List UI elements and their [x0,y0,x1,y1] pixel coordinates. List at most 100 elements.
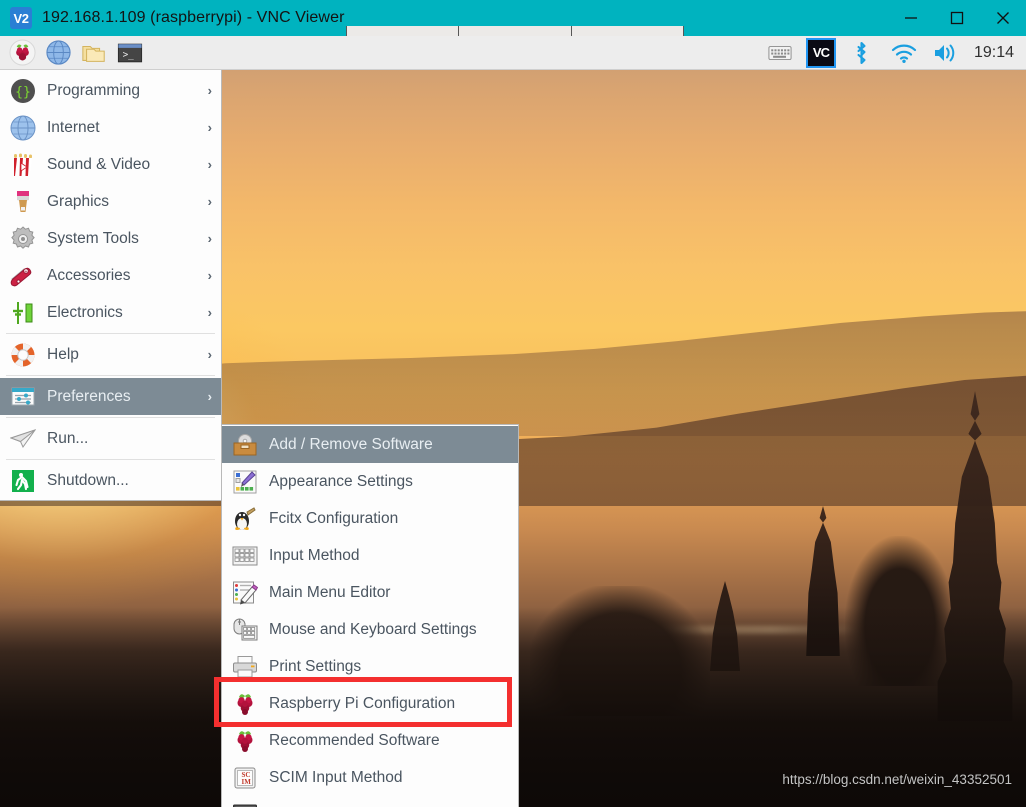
submenu-item-screen-configuration[interactable]: Screen Configuration [222,796,518,807]
shutdown-icon [9,467,37,495]
menu-separator [6,417,215,418]
menu-item-label: Sound & Video [47,155,151,173]
close-button[interactable] [980,0,1026,36]
submenu-item-label: Main Menu Editor [269,583,391,601]
printer-icon [231,653,259,681]
keyboard-icon[interactable] [764,38,796,68]
chevron-right-icon: › [207,231,212,246]
chevron-right-icon: › [207,194,212,209]
taskbar-clock[interactable]: 19:14 [974,44,1014,62]
accessories-icon: + [9,262,37,290]
file-manager-icon[interactable] [78,38,110,68]
submenu-item-label: Fcitx Configuration [269,509,399,527]
add-remove-software-icon [231,431,259,459]
submenu-item-appearance-settings[interactable]: Appearance Settings [222,463,518,500]
bluetooth-icon[interactable] [846,38,878,68]
svg-text:+: + [25,268,28,274]
chevron-right-icon: › [207,305,212,320]
raspberry-menu-icon[interactable] [6,38,38,68]
chevron-right-icon: › [207,268,212,283]
window-title: 192.168.1.109 (raspberrypi) - VNC Viewer [42,9,345,26]
raspbian-desktop: https://blog.csdn.net/weixin_43352501 >_… [0,36,1026,807]
submenu-item-recommended-software[interactable]: Recommended Software [222,722,518,759]
menu-item-label: Accessories [47,266,131,284]
menu-item-label: System Tools [47,229,139,247]
submenu-item-mouse-and-keyboard-settings[interactable]: Mouse and Keyboard Settings [222,611,518,648]
taskbar-tray: VC 19:14 [764,37,1026,68]
preferences-icon [9,383,37,411]
preferences-submenu: Add / Remove Software Appearance Setting… [221,424,519,807]
system-tools-icon [9,225,37,253]
menu-item-run[interactable]: Run... [0,420,221,457]
menu-item-label: Preferences [47,387,131,405]
submenu-item-label: Input Method [269,546,360,564]
screenshot-root: V2 192.168.1.109 (raspberrypi) - VNC Vie… [0,0,1026,807]
wifi-icon[interactable] [888,38,920,68]
web-browser-icon[interactable] [42,38,74,68]
svg-text:{}: {} [15,85,31,100]
menu-item-label: Graphics [47,192,110,210]
menu-item-programming[interactable]: {} Programming › [0,72,221,109]
electronics-icon [9,299,37,327]
watermark-text: https://blog.csdn.net/weixin_43352501 [782,772,1012,787]
submenu-item-label: Add / Remove Software [269,435,433,453]
submenu-item-label: Appearance Settings [269,472,413,490]
submenu-item-add-remove-software[interactable]: Add / Remove Software [222,426,518,463]
menu-item-graphics[interactable]: Graphics › [0,183,221,220]
menu-item-electronics[interactable]: Electronics › [0,294,221,331]
menu-item-accessories[interactable]: + Accessories › [0,257,221,294]
menu-item-label: Help [47,345,79,363]
chevron-right-icon: › [207,157,212,172]
menu-separator [6,375,215,376]
menu-item-system-tools[interactable]: System Tools › [0,220,221,257]
main-menu-editor-icon [231,579,259,607]
menu-separator [6,333,215,334]
main-menu: {} Programming › Internet › Sound & Vide… [0,70,222,501]
chevron-right-icon: › [207,120,212,135]
menu-separator [6,459,215,460]
mouse-keyboard-icon [231,616,259,644]
maximize-button[interactable] [934,0,980,36]
submenu-item-print-settings[interactable]: Print Settings [222,648,518,685]
window-controls [888,0,1026,36]
sound-video-icon [9,151,37,179]
raspberry-pi-icon [231,727,259,755]
submenu-item-scim-input-method[interactable]: SC IM SCIM Input Method [222,759,518,796]
menu-item-label: Electronics [47,303,123,321]
menu-item-label: Shutdown... [47,471,129,489]
submenu-item-fcitx-configuration[interactable]: Fcitx Configuration [222,500,518,537]
vnc-server-icon[interactable]: VC [805,37,836,68]
scim-icon: SC IM [231,764,259,792]
taskbar-launchers: >_ [0,38,146,68]
help-icon [9,341,37,369]
input-method-icon [231,542,259,570]
programming-icon: {} [9,77,37,105]
menu-item-label: Internet [47,118,100,136]
menu-item-shutdown[interactable]: Shutdown... [0,462,221,499]
menu-item-internet[interactable]: Internet › [0,109,221,146]
chevron-right-icon: › [207,83,212,98]
run-icon [9,425,37,453]
menu-item-preferences[interactable]: Preferences › [0,378,221,415]
terminal-icon[interactable]: >_ [114,38,146,68]
submenu-item-label: Print Settings [269,657,362,675]
submenu-item-main-menu-editor[interactable]: Main Menu Editor [222,574,518,611]
raspberry-pi-icon [231,690,259,718]
vnc-app-logo-icon: V2 [10,7,32,29]
menu-item-sound-video[interactable]: Sound & Video › [0,146,221,183]
graphics-icon [9,188,37,216]
menu-item-label: Programming [47,81,141,99]
volume-icon[interactable] [930,38,962,68]
minimize-button[interactable] [888,0,934,36]
svg-text:IM: IM [242,778,252,786]
desktop-taskbar: >_ VC 19:14 [0,36,1026,70]
chevron-right-icon: › [207,389,212,404]
appearance-settings-icon [231,468,259,496]
submenu-item-label: Recommended Software [269,731,440,749]
fcitx-icon [231,505,259,533]
menu-item-help[interactable]: Help › [0,336,221,373]
svg-text:>_: >_ [123,49,135,60]
submenu-item-label: Mouse and Keyboard Settings [269,620,477,638]
submenu-item-raspberry-pi-configuration[interactable]: Raspberry Pi Configuration [222,685,518,722]
submenu-item-input-method[interactable]: Input Method [222,537,518,574]
